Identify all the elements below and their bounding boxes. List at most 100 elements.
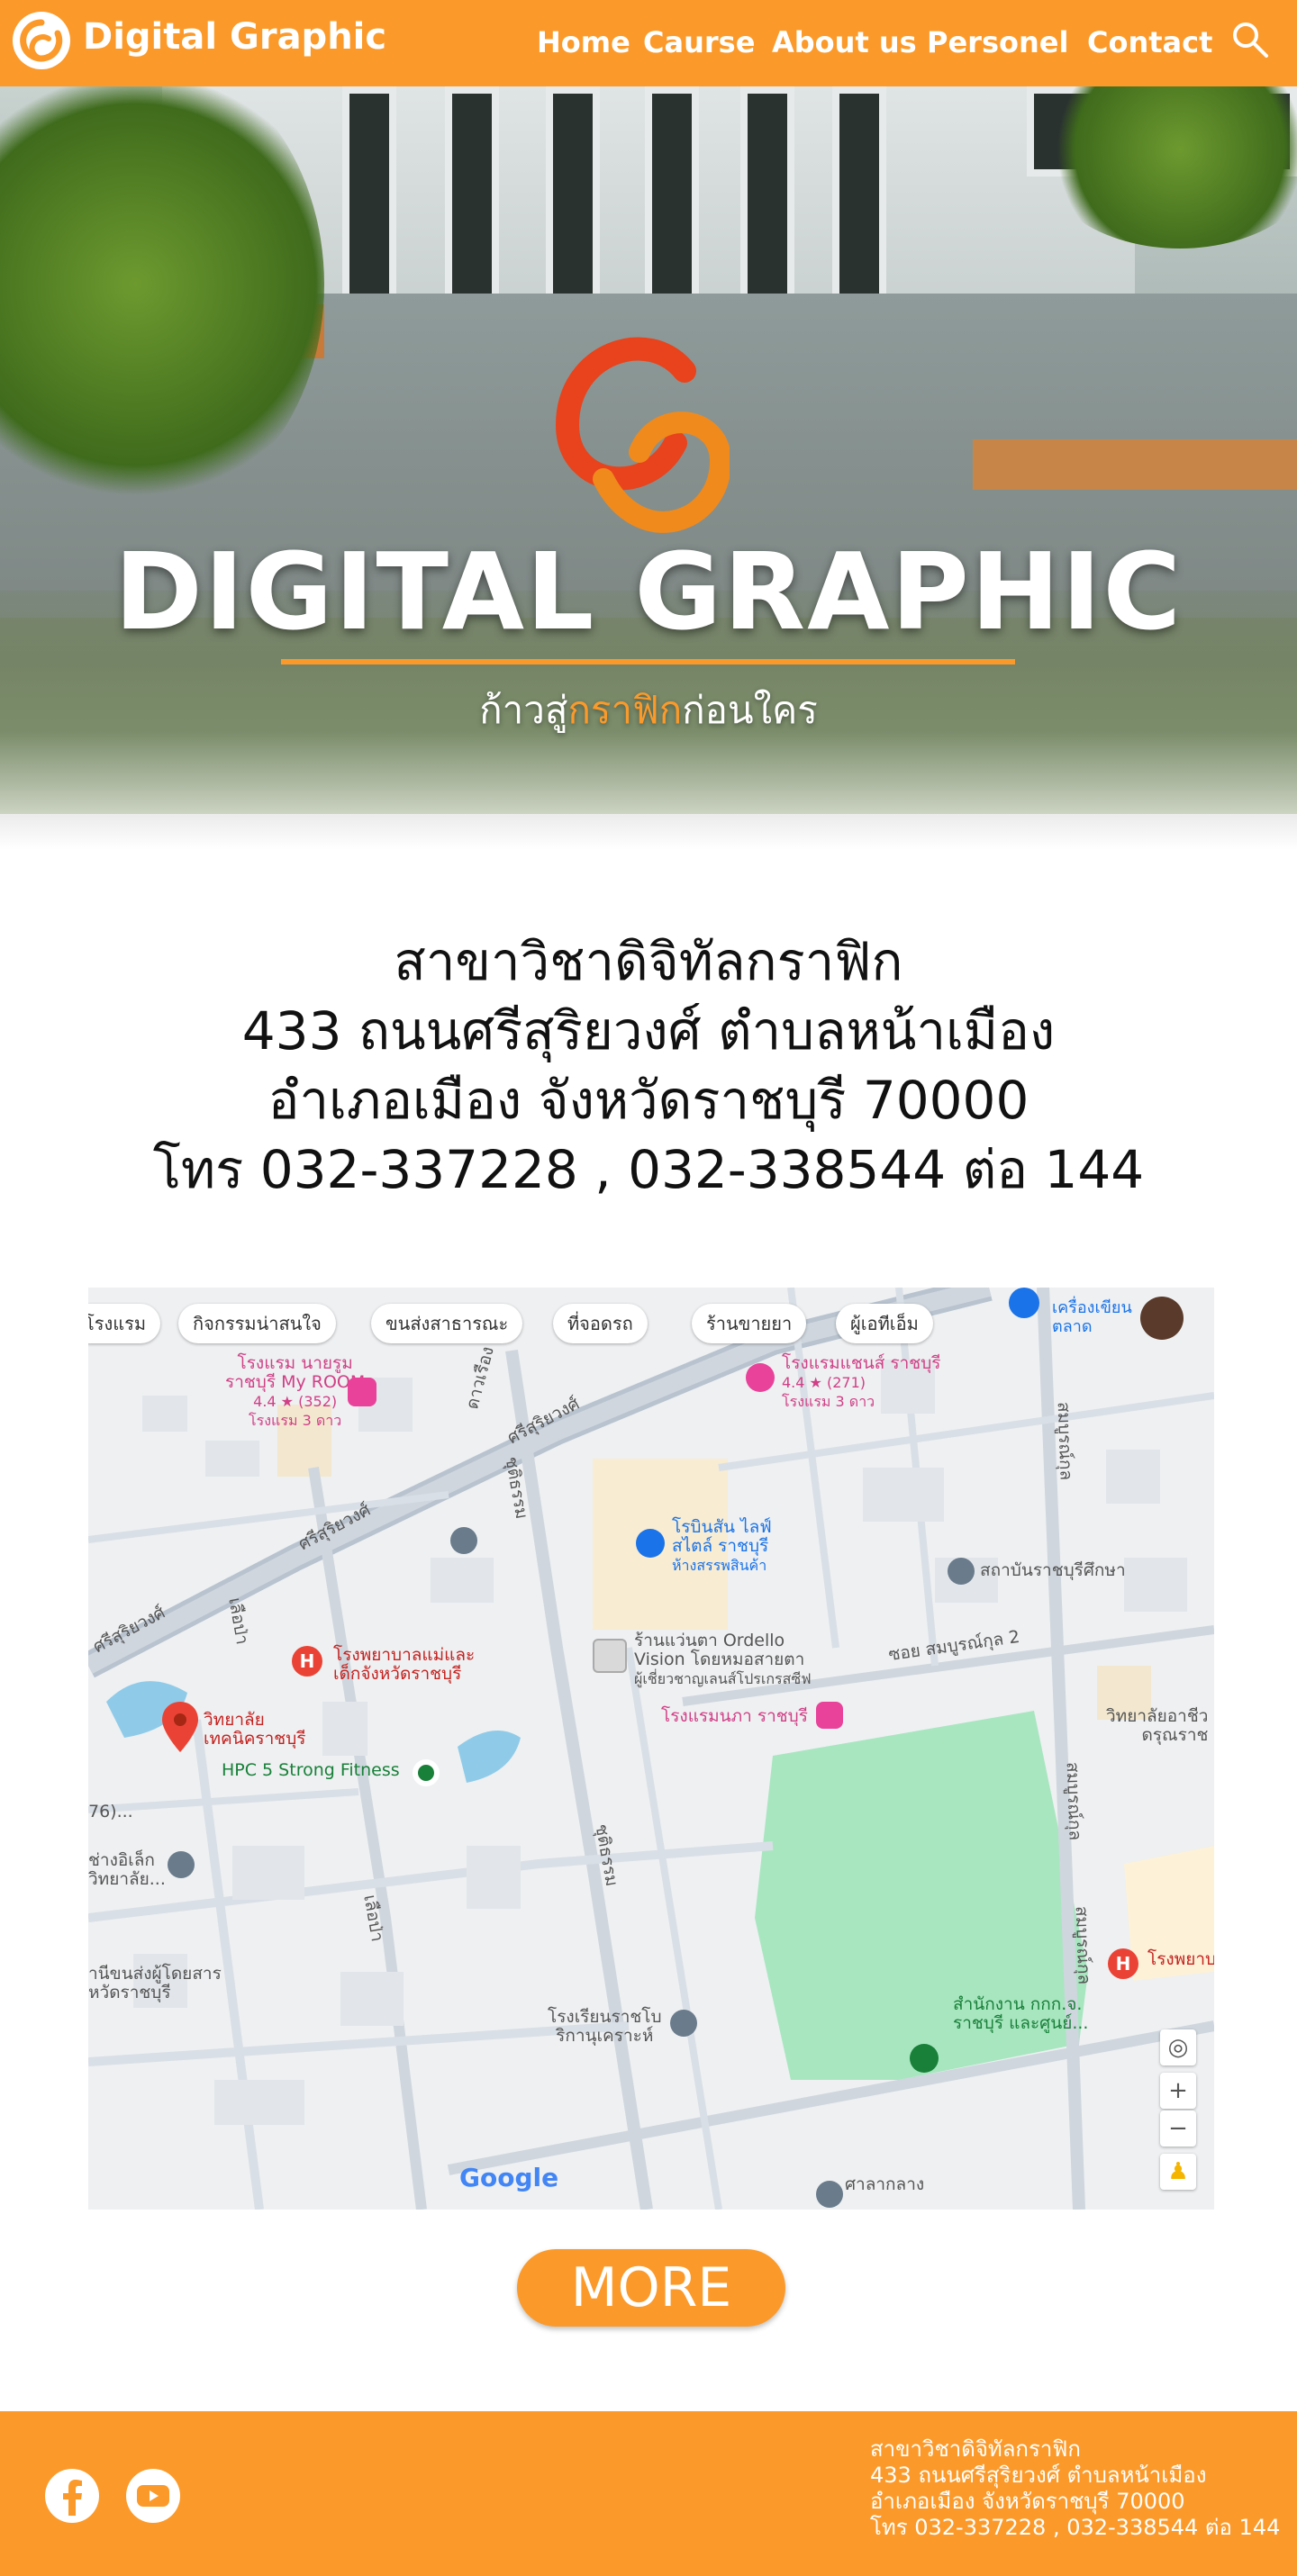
facebook-icon[interactable] bbox=[43, 2467, 101, 2525]
market-pin-icon[interactable] bbox=[1009, 1288, 1039, 1318]
youtube-icon[interactable] bbox=[124, 2467, 182, 2525]
hero-subtitle: ก้าวสู่กราฟิกก่อนใคร bbox=[0, 681, 1297, 740]
address-line: 433 ถนนศรีสุริยวงศ์ ตำบลหน้าเมือง bbox=[241, 1000, 1056, 1062]
nav-home[interactable]: Home bbox=[537, 25, 630, 59]
map-place-left2[interactable]: ช่างอิเล็ก วิทยาลัย... bbox=[88, 1851, 166, 1889]
map-chip-hotel[interactable]: โรงแรม bbox=[88, 1304, 161, 1343]
map-road-label: สมบูรณ์กุล bbox=[1053, 1401, 1076, 1481]
map-place-left1[interactable]: 76)... bbox=[88, 1803, 133, 1821]
hero-window bbox=[645, 86, 699, 321]
map-place-institute[interactable]: สถาบันราชบุรีศึกษา bbox=[980, 1561, 1126, 1580]
address-line: สาขาวิชาดิจิทัลกราฟิก bbox=[394, 931, 903, 992]
map-place-hospital-right[interactable]: โรงพยาบ bbox=[1147, 1950, 1214, 1969]
search-icon[interactable] bbox=[1230, 20, 1270, 63]
map-place-left3[interactable]: านีขนส่งผู้โดยสาร หวัดราชบุรี bbox=[88, 1965, 222, 2002]
hotel-pin-icon[interactable] bbox=[746, 1363, 775, 1392]
map-place-line: ดรุณราช bbox=[1141, 1725, 1209, 1745]
school-pin-icon[interactable] bbox=[168, 1851, 195, 1878]
logo-icon[interactable] bbox=[13, 12, 70, 69]
optical-pin-icon[interactable] bbox=[593, 1639, 627, 1673]
nav-about[interactable]: About us bbox=[772, 25, 917, 59]
hero-logo-icon bbox=[549, 335, 732, 555]
hero-orange-band bbox=[973, 439, 1297, 490]
footer-address-line: สาขาวิชาดิจิทัลกราฟิก bbox=[870, 2436, 1081, 2462]
map-place-line: โรงแรม 3 ดาว bbox=[249, 1412, 342, 1429]
map-place-school-bottom[interactable]: โรงเรียนราชโบ ริกานุเคราะห์ bbox=[548, 2008, 662, 2046]
hero-title: DIGITAL GRAPHIC bbox=[113, 529, 1184, 654]
hero-window bbox=[832, 86, 886, 321]
map-place-line: ราชบุรี และศูนย์... bbox=[953, 2013, 1089, 2033]
map-place-line: วิทยาลัยอาชีว bbox=[1106, 1706, 1209, 1726]
hero-shadow bbox=[0, 814, 1297, 850]
hospital-icon[interactable]: H bbox=[1108, 1948, 1138, 1979]
map-place-line: 4.4 ★ (271) bbox=[782, 1374, 866, 1391]
map-place-fitness[interactable]: HPC 5 Strong Fitness bbox=[222, 1761, 400, 1780]
map-chip-parking[interactable]: ที่จอดรถ bbox=[553, 1304, 648, 1343]
brand-name[interactable]: Digital Graphic bbox=[83, 16, 386, 58]
contact-address: สาขาวิชาดิจิทัลกราฟิก 433 ถนนศรีสุริยวงศ… bbox=[0, 927, 1297, 1205]
google-map[interactable]: โรงแรม กิจกรรมน่าสนใจ ขนส่งสาธารณะ ที่จอ… bbox=[88, 1288, 1214, 2210]
map-chip-atm[interactable]: ผู้เอทีเอ็ม bbox=[836, 1304, 933, 1343]
school-pin-icon[interactable] bbox=[670, 2010, 697, 2037]
map-chip-attractions[interactable]: กิจกรรมน่าสนใจ bbox=[178, 1304, 336, 1343]
map-place-court[interactable]: ศาลากลาง bbox=[845, 2175, 924, 2194]
nav-course[interactable]: Caurse bbox=[643, 25, 755, 59]
map-place-robinson[interactable]: โรบินสัน ไลฟ์ สไตล์ ราชบุรี ห้างสรรพสินค… bbox=[672, 1518, 772, 1575]
more-button[interactable]: MORE bbox=[517, 2249, 785, 2327]
map-avatar[interactable] bbox=[1140, 1297, 1184, 1340]
hospital-icon[interactable]: H bbox=[292, 1646, 322, 1677]
hotel-pin-icon[interactable] bbox=[816, 1702, 843, 1729]
school-pin-icon[interactable] bbox=[948, 1558, 975, 1585]
map-place-office[interactable]: สำนักงาน กกก.จ. ราชบุรี และศูนย์... bbox=[953, 1995, 1088, 2033]
hero-subtitle-start: ก้าวสู่ bbox=[479, 688, 568, 732]
address-line: โทร 032-337228 , 032-338544 ต่อ 144 bbox=[152, 1139, 1145, 1200]
map-place-line: โรบินสัน ไลฟ์ bbox=[672, 1517, 772, 1537]
map-place-line: เด็กจังหวัดราชบุรี bbox=[333, 1664, 462, 1684]
office-pin-icon[interactable] bbox=[910, 2044, 939, 2073]
hero-window bbox=[740, 86, 794, 321]
footer-address-line: 433 ถนนศรีสุริยวงศ์ ตำบลหน้าเมือง bbox=[870, 2463, 1207, 2488]
map-place-line: ผู้เชี่ยวชาญเลนส์โปรเกรสซีฟ bbox=[634, 1670, 812, 1687]
hero-subtitle-highlight: กราฟิก bbox=[567, 688, 683, 732]
map-place-line: ราชบุรี My ROOM bbox=[225, 1372, 366, 1392]
street-view-icon[interactable]: ♟ bbox=[1160, 2154, 1196, 2190]
map-place-line: ห้างสรรพสินค้า bbox=[672, 1557, 767, 1574]
map-place-line: สไตล์ ราชบุรี bbox=[672, 1536, 769, 1556]
map-place-line: สำนักงาน กกก.จ. bbox=[953, 1994, 1083, 2014]
map-road-label: สมบูรณ์กุล bbox=[1071, 1905, 1094, 1985]
hero-underline bbox=[281, 659, 1015, 664]
school-pin-icon[interactable] bbox=[450, 1527, 477, 1554]
map-place-hotel-myroom[interactable]: โรงแรม นายรูม ราชบุรี My ROOM 4.4 ★ (352… bbox=[225, 1354, 365, 1430]
map-road-label: สมบูรณ์กุล bbox=[1062, 1761, 1085, 1841]
address-line: อำเภอเมือง จังหวัดราชบุรี 70000 bbox=[268, 1070, 1029, 1131]
nav-contact[interactable]: Contact bbox=[1087, 25, 1212, 59]
hero-window bbox=[342, 86, 396, 321]
zoom-out-button[interactable]: − bbox=[1160, 2111, 1196, 2147]
map-place-market[interactable]: เครื่องเขียน ตลาด bbox=[1052, 1298, 1132, 1336]
map-place-line: ช่างอิเล็ก bbox=[88, 1850, 155, 1870]
nav-personel[interactable]: Personel bbox=[927, 25, 1068, 59]
map-place-line: วิทยาลัย bbox=[204, 1710, 265, 1730]
google-logo-text: Google bbox=[459, 2163, 559, 2192]
footer-address-line: อำเภอเมือง จังหวัดราชบุรี 70000 bbox=[870, 2489, 1185, 2514]
map-place-hotel-chance[interactable]: โรงแรมแชนส์ ราชบุรี 4.4 ★ (271) โรงแรม 3… bbox=[782, 1354, 940, 1411]
map-place-hotel-nanpha[interactable]: โรงแรมนภา ราชบุรี bbox=[661, 1707, 808, 1726]
map-place-line: หวัดราชบุรี bbox=[88, 1983, 171, 2002]
map-place-school-right[interactable]: วิทยาลัยอาชีว ดรุณราช bbox=[1106, 1707, 1208, 1745]
court-pin-icon[interactable] bbox=[816, 2181, 843, 2208]
map-place-line: เครื่องเขียน bbox=[1052, 1298, 1132, 1317]
fitness-pin-icon[interactable] bbox=[413, 1759, 440, 1786]
hero-banner: DIGITAL GRAPHIC ก้าวสู่กราฟิกก่อนใคร bbox=[0, 86, 1297, 814]
map-place-line: ริกานุเคราะห์ bbox=[556, 2026, 654, 2046]
zoom-in-button[interactable]: + bbox=[1160, 2073, 1196, 2109]
map-chip-pharmacy[interactable]: ร้านขายยา bbox=[692, 1304, 807, 1343]
map-chip-transit[interactable]: ขนส่งสาธารณะ bbox=[371, 1304, 523, 1343]
map-place-hospital-mother[interactable]: โรงพยาบาลแม่และ เด็กจังหวัดราชบุรี bbox=[333, 1646, 475, 1684]
my-location-icon[interactable]: ◎ bbox=[1160, 2029, 1196, 2065]
shopping-pin-icon[interactable] bbox=[636, 1529, 665, 1558]
map-place-college[interactable]: วิทยาลัย เทคนิคราชบุรี bbox=[204, 1711, 305, 1749]
hero-subtitle-end: ก่อนใคร bbox=[682, 688, 818, 732]
map-place-line: วิทยาลัย... bbox=[88, 1869, 166, 1889]
map-place-optical[interactable]: ร้านแว่นตา Ordello Vision โดยหมอสายตา ผู… bbox=[634, 1631, 812, 1688]
hotel-pin-icon[interactable] bbox=[348, 1378, 376, 1406]
